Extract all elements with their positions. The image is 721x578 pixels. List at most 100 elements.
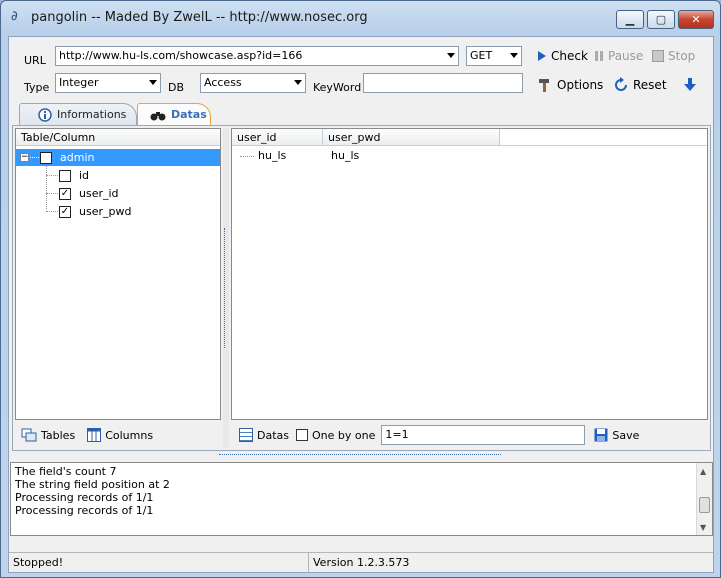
- tree-header: Table/Column: [16, 129, 220, 146]
- client-area: URL http://www.hu-ls.com/showcase.asp?id…: [8, 36, 714, 573]
- pause-label: Pause: [608, 49, 644, 63]
- grid-bottom-bar: Datas One by one 1=1 Save: [235, 422, 705, 448]
- datas-label: Datas: [257, 428, 289, 442]
- one-by-one-checkbox[interactable]: One by one: [296, 429, 375, 442]
- db-value: Access: [204, 76, 242, 89]
- db-dropdown-arrow-icon: [294, 80, 302, 85]
- stop-button[interactable]: Stop: [652, 47, 695, 65]
- title-bar[interactable]: ∂ pangolin -- Maded By ZwelL -- http://w…: [1, 1, 720, 35]
- tree-node-user-id[interactable]: ✓ user_id: [59, 185, 119, 202]
- save-button[interactable]: Save: [594, 428, 639, 442]
- tables-button[interactable]: Tables: [21, 428, 75, 442]
- hammer-icon: [539, 79, 549, 92]
- collapse-icon[interactable]: −: [20, 153, 29, 162]
- grid-header-user-id[interactable]: user_id: [232, 129, 323, 146]
- grid-icon: [239, 428, 253, 442]
- columns-button[interactable]: Columns: [87, 428, 153, 442]
- type-label: Type: [24, 81, 50, 94]
- play-icon: [538, 51, 546, 61]
- stop-label: Stop: [668, 49, 696, 63]
- grid-cell-user-pwd[interactable]: hu_ls: [331, 149, 359, 162]
- reset-label: Reset: [633, 78, 667, 92]
- tab-informations-label: Informations: [57, 108, 127, 121]
- tree-label-user-pwd: user_pwd: [79, 205, 132, 218]
- options-label: Options: [557, 78, 604, 92]
- vertical-splitter[interactable]: [223, 128, 229, 448]
- minimize-button[interactable]: ▁: [616, 10, 644, 29]
- columns-label: Columns: [105, 428, 154, 442]
- keyword-input[interactable]: [363, 73, 523, 93]
- columns-icon: [87, 428, 102, 442]
- horizontal-splitter[interactable]: [219, 454, 501, 460]
- type-dropdown-arrow-icon: [149, 80, 157, 85]
- log-line: Processing records of 1/1: [15, 504, 154, 517]
- db-select[interactable]: Access: [200, 73, 306, 93]
- tables-icon: [21, 428, 37, 442]
- options-button[interactable]: Options: [537, 76, 603, 94]
- pause-icon: [595, 51, 603, 61]
- scroll-down-arrow-icon[interactable]: ▼: [700, 521, 706, 534]
- tree-node-admin[interactable]: − admin: [20, 149, 94, 166]
- one-by-one-box[interactable]: [296, 429, 308, 441]
- maximize-button[interactable]: ▢: [647, 10, 675, 29]
- status-version: Version 1.2.3.573: [313, 556, 410, 569]
- download-button[interactable]: [684, 76, 696, 94]
- tree-node-user-pwd[interactable]: ✓ user_pwd: [59, 203, 131, 220]
- status-bar: Stopped! Version 1.2.3.573: [9, 552, 713, 573]
- url-value: http://www.hu-ls.com/showcase.asp?id=166: [59, 49, 303, 62]
- window-title: pangolin -- Maded By ZwelL -- http://www…: [31, 10, 368, 25]
- tree-label-admin: admin: [60, 151, 95, 164]
- status-state: Stopped!: [9, 553, 309, 573]
- condition-input[interactable]: 1=1: [381, 425, 586, 445]
- log-panel: The field's count 7 The string field pos…: [10, 462, 713, 536]
- tree-checkbox-user-id[interactable]: ✓: [59, 187, 71, 200]
- tree-node-id[interactable]: id: [59, 167, 89, 184]
- grid-header-user-pwd[interactable]: user_pwd: [323, 129, 500, 146]
- tree-checkbox-user-pwd[interactable]: ✓: [59, 205, 71, 218]
- tables-label: Tables: [41, 428, 76, 442]
- tree-panel: Table/Column − admin id ✓ user_id ✓ user…: [15, 128, 221, 420]
- url-input[interactable]: http://www.hu-ls.com/showcase.asp?id=166: [55, 46, 459, 66]
- url-label: URL: [24, 54, 46, 67]
- type-select[interactable]: Integer: [55, 73, 161, 93]
- reset-button[interactable]: Reset: [613, 76, 667, 94]
- tree-checkbox-id[interactable]: [59, 169, 71, 182]
- datas-button[interactable]: Datas: [239, 428, 289, 442]
- binoculars-icon: [150, 111, 166, 120]
- keyword-label: KeyWord: [313, 81, 362, 94]
- tab-datas[interactable]: Datas: [137, 103, 211, 125]
- grid-cell-user-id[interactable]: hu_ls: [258, 149, 286, 162]
- check-label: Check: [551, 49, 588, 63]
- app-window: ∂ pangolin -- Maded By ZwelL -- http://w…: [0, 0, 721, 578]
- stop-icon: [652, 50, 664, 62]
- one-by-one-label: One by one: [312, 428, 376, 442]
- floppy-disk-icon: [594, 428, 608, 442]
- refresh-icon: [615, 77, 627, 91]
- pause-button[interactable]: Pause: [594, 47, 643, 65]
- tab-informations[interactable]: Informations: [19, 103, 137, 125]
- type-value: Integer: [59, 76, 99, 89]
- log-line: The string field position at 2: [15, 478, 170, 491]
- check-button[interactable]: Check: [537, 47, 588, 65]
- tree-label-id: id: [79, 169, 90, 182]
- save-label: Save: [612, 428, 640, 442]
- scroll-up-arrow-icon[interactable]: ▲: [700, 465, 706, 478]
- log-line: Processing records of 1/1: [15, 491, 154, 504]
- arrow-down-icon: [684, 78, 696, 91]
- data-grid: user_id user_pwd hu_ls hu_ls: [231, 128, 708, 420]
- tree-checkbox-admin[interactable]: [40, 151, 52, 164]
- log-line: The field's count 7: [15, 465, 117, 478]
- scroll-thumb[interactable]: [699, 497, 710, 513]
- url-dropdown-arrow-icon[interactable]: [447, 53, 455, 58]
- log-scrollbar[interactable]: ▲ ▼: [696, 463, 712, 535]
- db-label: DB: [168, 81, 185, 94]
- tab-content: Table/Column − admin id ✓ user_id ✓ user…: [12, 125, 711, 451]
- method-select[interactable]: GET: [466, 46, 522, 66]
- close-button[interactable]: ✕: [678, 10, 714, 29]
- info-icon: [38, 107, 52, 122]
- tree-bottom-bar: Tables Columns: [17, 422, 221, 448]
- tab-datas-label: Datas: [171, 108, 207, 121]
- tree-label-user-id: user_id: [79, 187, 119, 200]
- app-logo-icon: ∂: [11, 9, 18, 24]
- method-value: GET: [470, 49, 493, 62]
